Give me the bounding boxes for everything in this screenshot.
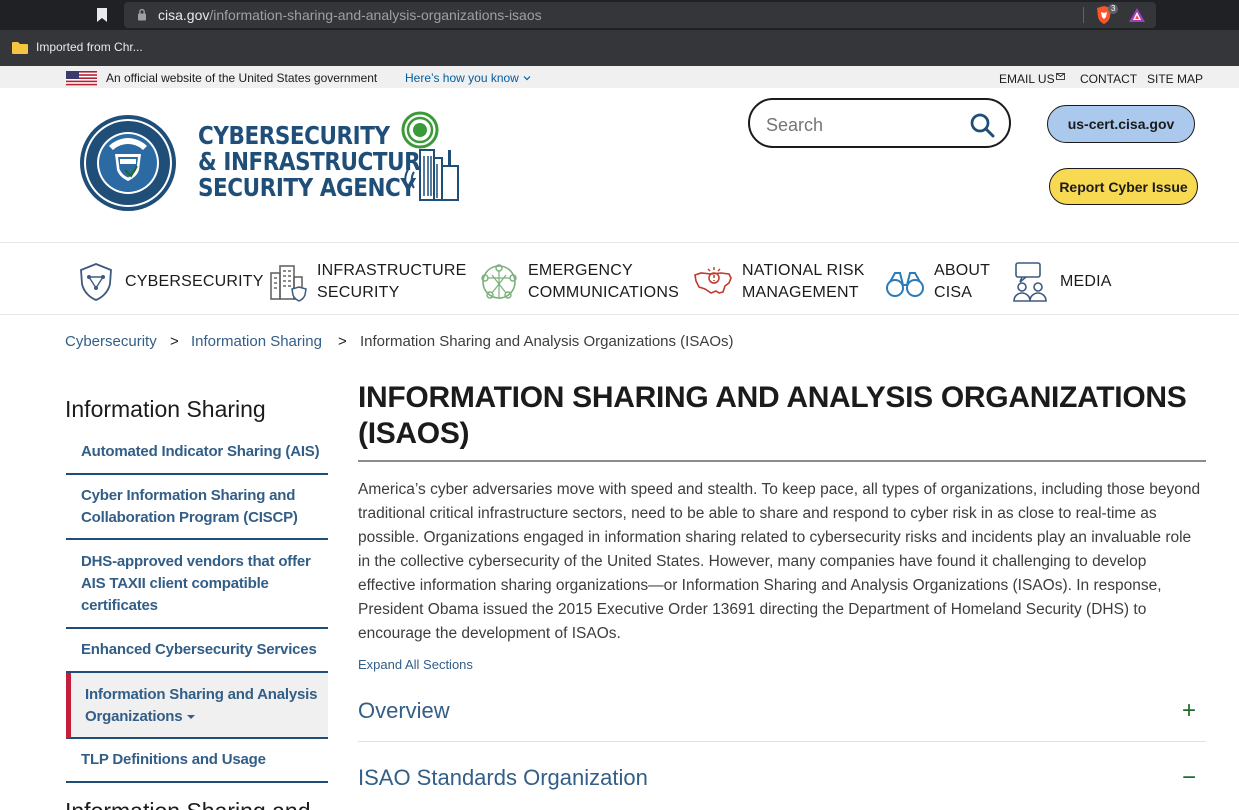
email-us-label: EMAIL US [999,72,1055,86]
nav-infrastructure-line1: INFRASTRUCTURE [317,262,467,279]
expand-plus-icon[interactable]: + [1182,697,1196,725]
how-you-know-label: Here’s how you know [405,71,519,85]
url-host: cisa.gov [158,7,210,23]
nav-about-line1: ABOUT [934,262,991,279]
nav-cybersecurity[interactable]: CYBERSECURITY [75,261,264,303]
sidebar-item-label: TLP Definitions and Usage [81,751,266,768]
sidebar-item-label: Organizations [85,708,183,725]
nav-emergency-label: EMERGENCY COMMUNICATIONS [528,260,679,304]
sidebar-item-ciscp[interactable]: Cyber Information Sharing and Collaborat… [66,475,328,540]
nav-media-label: MEDIA [1060,271,1112,293]
breadcrumb-cybersecurity[interactable]: Cybersecurity [65,333,157,350]
nav-media-line: MEDIA [1060,273,1112,290]
folder-icon [12,42,28,54]
bookmarks-bar: Imported from Chr... [0,30,1239,66]
gov-banner: An official website of the United States… [0,66,1239,88]
header-divider [0,242,1239,243]
nav-about-line2: CISA [934,284,973,301]
accordion-title: Overview [358,698,450,723]
us-cert-button[interactable]: us-cert.cisa.gov [1047,105,1195,143]
nav-national-risk-management[interactable]: NATIONAL RISK MANAGEMENT [692,260,865,304]
city-signal-logo [401,111,459,201]
bookmark-icon[interactable] [96,7,108,23]
title-divider [358,460,1206,462]
nav-emergency-line1: EMERGENCY [528,262,633,279]
nav-emergency-line2: COMMUNICATIONS [528,284,679,301]
breadcrumb-current: Information Sharing and Analysis Organiz… [360,333,734,350]
nav-infrastructure-security[interactable]: INFRASTRUCTURE SECURITY [267,260,466,304]
sidebar-title: Information Sharing [65,396,266,422]
sidebar-next-title: Information Sharing and [65,798,311,810]
nav-media[interactable]: MEDIA [1010,261,1112,303]
accordion-isao-standards[interactable]: ISAO Standards Organization − [358,757,1206,807]
search-icon[interactable] [969,112,995,138]
sidebar-item-enhanced-cybersecurity[interactable]: Enhanced Cybersecurity Services [66,629,328,673]
expand-all-sections-link[interactable]: Expand All Sections [358,657,473,672]
breadcrumb-separator: > [338,333,347,350]
contact-link[interactable]: CONTACT [1080,72,1137,86]
nav-about-cisa[interactable]: ABOUT CISA [884,260,990,304]
official-site-text: An official website of the United States… [106,71,378,85]
breadcrumb-separator: > [170,333,179,350]
sidebar-item-label: Cyber Information Sharing and [81,487,296,504]
sidebar-item-label: DHS-approved vendors that offer [81,553,311,570]
accordion-overview[interactable]: Overview + [358,690,1206,740]
accordion-title: ISAO Standards Organization [358,765,648,790]
nav-emergency-communications[interactable]: EMERGENCY COMMUNICATIONS [478,260,679,304]
us-map-alert-icon [694,267,732,294]
sidebar-item-dhs-vendors[interactable]: DHS-approved vendors that offer AIS TAXI… [66,540,328,629]
bookmark-folder-imported[interactable]: Imported from Chr... [36,40,143,54]
nav-risk-line2: MANAGEMENT [742,284,859,301]
sidebar-item-ais[interactable]: Automated Indicator Sharing (AIS) [66,432,328,475]
breadcrumb-information-sharing[interactable]: Information Sharing [191,333,322,350]
sidebar-item-label: Information Sharing and Analysis [85,686,318,703]
people-chat-icon [1013,262,1047,302]
envelope-icon [1055,73,1065,80]
sidebar-item-label: certificates [81,597,158,614]
nav-cybersecurity-line: CYBERSECURITY [125,273,264,290]
nav-about-label: ABOUT CISA [934,260,990,304]
nav-risk-line1: NATIONAL RISK [742,262,865,279]
report-cyber-issue-button[interactable]: Report Cyber Issue [1049,168,1198,205]
sidebar-item-tlp[interactable]: TLP Definitions and Usage [66,739,328,783]
email-us-link[interactable]: EMAIL US [999,72,1065,86]
search-input[interactable] [766,114,956,136]
browser-address-bar: cisa.gov/information-sharing-and-analysi… [0,0,1239,30]
page-title-line2: (ISAOS) [358,417,470,450]
cisa-seal-logo[interactable] [79,114,177,212]
communications-network-icon [481,264,517,299]
accordion-divider [358,741,1206,742]
caret-down-icon[interactable] [187,715,196,720]
nav-divider [0,314,1239,315]
page-title-line1: INFORMATION SHARING AND ANALYSIS ORGANIZ… [358,381,1187,414]
page-title: INFORMATION SHARING AND ANALYSIS ORGANIZ… [358,380,1218,452]
url-divider [1083,7,1084,23]
site-map-link[interactable]: SITE MAP [1147,72,1203,86]
sidebar-item-label: Collaboration Program (CISCP) [81,509,298,526]
how-you-know-link[interactable]: Here’s how you know [405,71,531,85]
search-box[interactable] [748,98,1011,148]
us-flag-icon [66,71,97,86]
nav-cybersecurity-label: CYBERSECURITY [125,271,264,293]
intro-paragraph: America’s cyber adversaries move with sp… [358,481,1201,642]
lock-icon[interactable] [137,8,147,21]
binoculars-icon [886,272,924,297]
shield-network-icon [80,263,112,301]
building-shield-icon [270,265,307,302]
nav-infrastructure-line2: SECURITY [317,284,400,301]
url-path: /information-sharing-and-analysis-organi… [209,7,542,23]
sidebar-item-label-line2: Organizations [85,706,196,728]
brave-rewards-icon[interactable] [1128,7,1146,23]
sidebar-item-label: Enhanced Cybersecurity Services [81,641,317,658]
url-text[interactable]: cisa.gov/information-sharing-and-analysi… [158,7,542,23]
sidebar-item-label: AIS TAXII client compatible [81,575,269,592]
nav-risk-label: NATIONAL RISK MANAGEMENT [742,260,865,304]
collapse-minus-icon[interactable]: − [1182,764,1196,792]
nav-infrastructure-label: INFRASTRUCTURE SECURITY [317,260,466,304]
sidebar-item-isaos[interactable]: Information Sharing and Analysis Organiz… [66,673,328,739]
sidebar-item-label: Automated Indicator Sharing (AIS) [81,443,320,460]
chevron-down-icon [523,76,531,81]
